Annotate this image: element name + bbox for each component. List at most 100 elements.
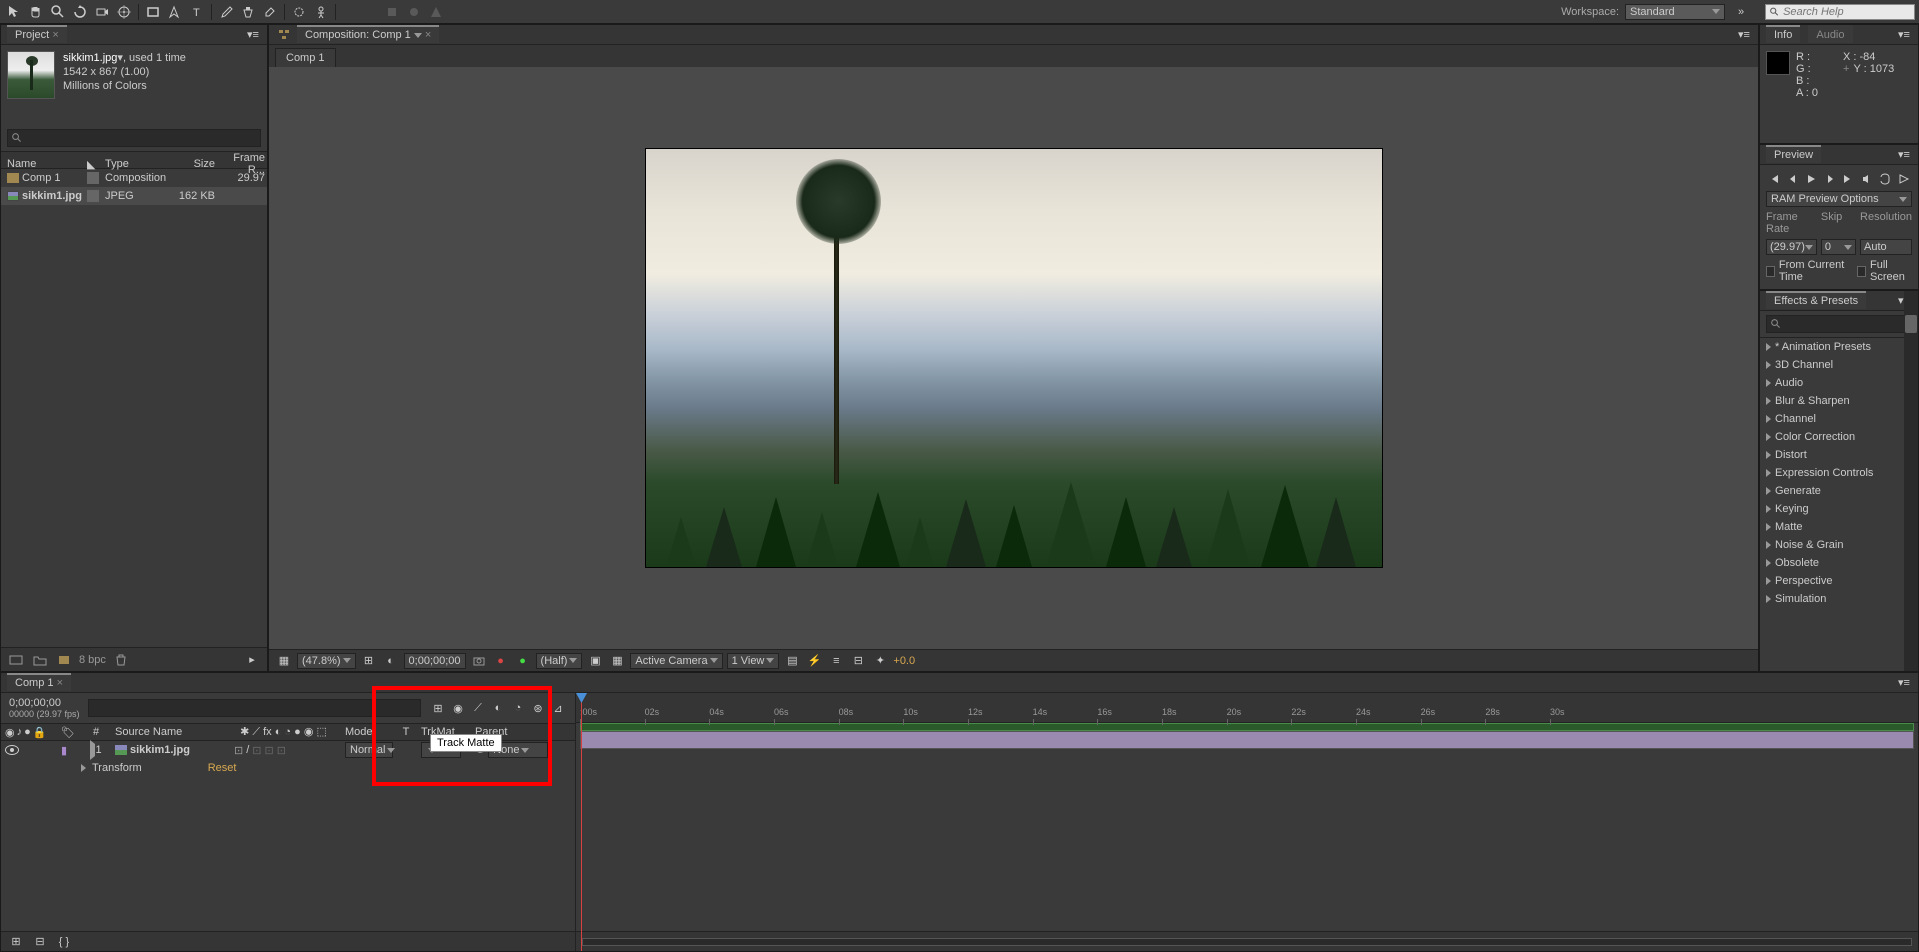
effect-category-item[interactable]: Noise & Grain (1760, 536, 1918, 554)
ram-preview-btn[interactable] (1896, 171, 1913, 187)
next-frame-btn[interactable] (1822, 171, 1839, 187)
project-row-image[interactable]: sikkim1.jpg JPEG 162 KB (1, 187, 267, 205)
effect-category-item[interactable]: Distort (1760, 446, 1918, 464)
time-ruler[interactable]: :00s02s04s06s08s10s12s14s16s18s20s22s24s… (576, 693, 1918, 723)
timeline-icon[interactable]: ≡ (827, 653, 845, 669)
effect-category-item[interactable]: Audio (1760, 374, 1918, 392)
roto-brush-tool[interactable] (289, 3, 309, 21)
project-filter[interactable] (7, 129, 261, 147)
composition-viewer[interactable] (269, 67, 1758, 649)
project-tab[interactable]: Project × (7, 25, 67, 43)
view-select[interactable]: 1 View (727, 653, 780, 669)
clone-stamp-tool[interactable] (238, 3, 258, 21)
zoom-select[interactable]: (47.8%) (297, 653, 356, 669)
preview-tab[interactable]: Preview (1766, 145, 1821, 163)
puppet-tool[interactable] (311, 3, 331, 21)
brainstorm-icon[interactable]: ⊛ (529, 700, 547, 716)
panel-menu-icon[interactable]: ▾≡ (1736, 28, 1752, 42)
effect-category-item[interactable]: 3D Channel (1760, 356, 1918, 374)
last-frame-btn[interactable] (1840, 171, 1857, 187)
panel-menu-icon[interactable]: ▾≡ (1896, 148, 1912, 162)
motion-blur-icon[interactable]: ◔ (509, 700, 527, 716)
effect-category-item[interactable]: Expression Controls (1760, 464, 1918, 482)
effect-category-item[interactable]: Color Correction (1760, 428, 1918, 446)
effect-category-item[interactable]: Channel (1760, 410, 1918, 428)
rectangle-tool[interactable] (143, 3, 163, 21)
workspace-select[interactable]: Standard (1625, 4, 1725, 20)
effect-category-item[interactable]: Generate (1760, 482, 1918, 500)
scroll-right-icon[interactable]: ▸ (243, 652, 261, 668)
framerate-input[interactable]: (29.97) (1766, 239, 1817, 255)
loop-btn[interactable] (1877, 171, 1894, 187)
search-help-field[interactable] (1765, 4, 1915, 20)
transparency-grid-icon[interactable]: ▦ (608, 653, 626, 669)
delete-icon[interactable] (112, 652, 130, 668)
camera-tool[interactable] (92, 3, 112, 21)
safe-zones-icon[interactable]: ⊞ (360, 653, 378, 669)
first-frame-btn[interactable] (1766, 171, 1783, 187)
effects-search[interactable] (1766, 315, 1912, 333)
always-preview-icon[interactable]: ▦ (275, 653, 293, 669)
effect-category-item[interactable]: Obsolete (1760, 554, 1918, 572)
toggle-in-out-icon[interactable]: { } (55, 934, 73, 950)
zoom-slider[interactable] (582, 938, 1912, 946)
new-folder-icon[interactable] (31, 652, 49, 668)
reset-exposure-icon[interactable]: ✦ (871, 653, 889, 669)
composition-header-tab[interactable]: Composition: Comp 1 × (297, 25, 439, 43)
play-btn[interactable] (1803, 171, 1820, 187)
flowchart-icon[interactable]: ⊟ (849, 653, 867, 669)
hide-shy-icon[interactable]: ⟋ (469, 700, 487, 716)
prev-frame-btn[interactable] (1785, 171, 1802, 187)
pixel-aspect-icon[interactable]: ▤ (783, 653, 801, 669)
from-current-checkbox[interactable]: From Current Time (1766, 259, 1849, 283)
tool-option-3[interactable] (426, 3, 446, 21)
panel-menu-icon[interactable]: ▾≡ (1896, 676, 1912, 690)
reset-link[interactable]: Reset (208, 762, 237, 774)
ram-preview-select[interactable]: RAM Preview Options (1766, 191, 1912, 207)
effects-scrollbar[interactable] (1904, 291, 1918, 671)
transform-property-row[interactable]: Transform Reset (1, 759, 575, 777)
info-tab[interactable]: Info (1766, 25, 1800, 43)
rotation-tool[interactable] (70, 3, 90, 21)
eraser-tool[interactable] (260, 3, 280, 21)
current-timecode[interactable]: 0;00;00;00 00000 (29.97 fps) (9, 697, 80, 719)
graph-editor-icon[interactable]: ⊿ (549, 700, 567, 716)
eye-icon[interactable] (5, 745, 19, 755)
comp-mini-flowchart-icon[interactable]: ⊞ (429, 700, 447, 716)
search-help-input[interactable] (1783, 6, 1910, 18)
tool-option-1[interactable] (382, 3, 402, 21)
effect-category-item[interactable]: * Animation Presets (1760, 338, 1918, 356)
playhead[interactable] (581, 693, 582, 951)
roi-icon[interactable]: ▣ (586, 653, 604, 669)
comp-timecode[interactable]: 0;00;00;00 (404, 653, 466, 669)
skip-input[interactable]: 0 (1821, 239, 1856, 255)
effect-category-item[interactable]: Simulation (1760, 590, 1918, 608)
comp-tab[interactable]: Comp 1 (275, 48, 336, 67)
effect-category-item[interactable]: Keying (1760, 500, 1918, 518)
pen-tool[interactable] (165, 3, 185, 21)
brush-tool[interactable] (216, 3, 236, 21)
snapshot-icon[interactable] (470, 653, 488, 669)
camera-select[interactable]: Active Camera (630, 653, 722, 669)
interpret-footage-icon[interactable] (7, 652, 25, 668)
panel-menu-icon[interactable]: ▾≡ (1896, 28, 1912, 42)
workspace-menu-icon[interactable]: » (1731, 3, 1751, 21)
tool-option-2[interactable] (404, 3, 424, 21)
exposure-value[interactable]: +0.0 (893, 655, 915, 667)
project-row-comp[interactable]: Comp 1 Composition 29.97 (1, 169, 267, 187)
channel-icon[interactable]: ● (492, 653, 510, 669)
timeline-search[interactable] (88, 699, 421, 717)
full-screen-checkbox[interactable]: Full Screen (1857, 259, 1912, 283)
mute-btn[interactable] (1859, 171, 1876, 187)
mask-icon[interactable]: ◐ (382, 653, 400, 669)
timeline-tab[interactable]: Comp 1 × (7, 673, 71, 691)
bpc-label[interactable]: 8 bpc (79, 654, 106, 666)
new-comp-icon[interactable] (55, 652, 73, 668)
toggle-modes-icon[interactable]: ⊟ (31, 934, 49, 950)
audio-tab[interactable]: Audio (1808, 25, 1852, 43)
effects-tab[interactable]: Effects & Presets (1766, 291, 1866, 309)
pan-behind-tool[interactable] (114, 3, 134, 21)
fast-preview-icon[interactable]: ⚡ (805, 653, 823, 669)
panel-menu-icon[interactable]: ▾≡ (245, 28, 261, 42)
zoom-tool[interactable] (48, 3, 68, 21)
